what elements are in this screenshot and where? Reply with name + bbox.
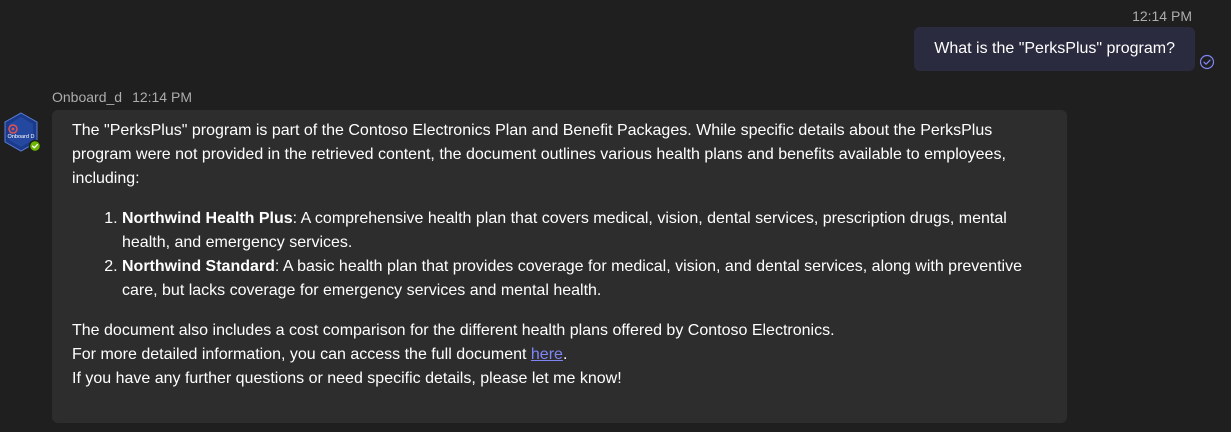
plan-name: Northwind Standard <box>122 258 275 275</box>
user-message-bubble[interactable]: What is the "PerksPlus" program? <box>914 27 1195 71</box>
bot-message-bubble[interactable]: The "PerksPlus" program is part of the C… <box>52 110 1067 423</box>
plan-name: Northwind Health Plus <box>122 210 293 227</box>
presence-available-icon <box>28 139 41 152</box>
bot-message-header: Onboard_d 12:14 PM <box>52 89 192 105</box>
document-link-prefix: For more detailed information, you can a… <box>72 346 531 363</box>
bot-sender-name[interactable]: Onboard_d <box>52 89 122 105</box>
closing-text: If you have any further questions or nee… <box>72 370 622 387</box>
bot-avatar[interactable]: Onboard D <box>1 112 41 152</box>
user-message-timestamp: 12:14 PM <box>1132 8 1192 24</box>
document-link-suffix: . <box>562 346 568 363</box>
chat-pane: 12:14 PM What is the "PerksPlus" program… <box>0 0 1231 432</box>
document-link-line: For more detailed information, you can a… <box>72 343 1047 367</box>
check-circle-icon <box>1199 54 1215 70</box>
document-link[interactable]: here <box>531 346 563 363</box>
cost-comparison-text: The document also includes a cost compar… <box>72 322 835 339</box>
avatar-label: Onboard D <box>8 134 35 140</box>
list-item: Northwind Standard: A basic health plan … <box>122 255 1047 303</box>
user-message-text: What is the "PerksPlus" program? <box>934 40 1175 57</box>
plans-list: Northwind Health Plus: A comprehensive h… <box>72 207 1047 303</box>
bot-intro-paragraph: The "PerksPlus" program is part of the C… <box>72 122 1006 187</box>
list-item: Northwind Health Plus: A comprehensive h… <box>122 207 1047 255</box>
bot-message-timestamp: 12:14 PM <box>132 89 192 105</box>
